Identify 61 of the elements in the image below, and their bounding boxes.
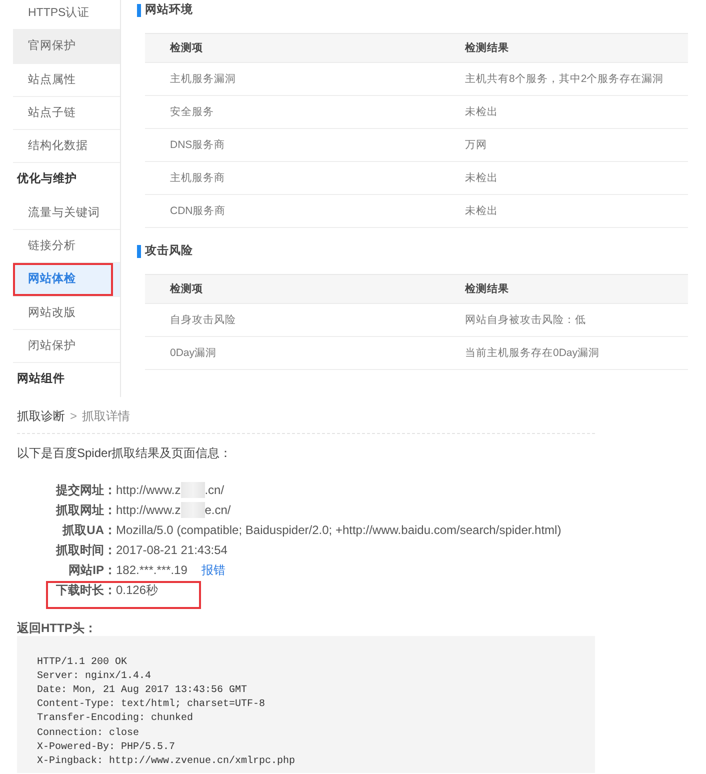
table-cell: 未检出 xyxy=(440,96,688,128)
sidebar-item[interactable]: 流量与关键词 xyxy=(13,196,120,230)
code-line: X-Pingback: http://www.zvenue.cn/xmlrpc.php xyxy=(37,754,296,769)
table-cell: 主机服务漏洞 xyxy=(145,62,440,96)
field-value: e.cn/ xyxy=(204,502,231,519)
column-header: 检测结果 xyxy=(440,274,688,304)
code-line: Transfer-Encoding: chunked xyxy=(37,712,194,726)
table-cell: 安全服务 xyxy=(145,96,440,128)
field-value: .cn/ xyxy=(204,482,224,499)
table-cell: 自身攻击风险 xyxy=(145,304,440,336)
sidebar-item[interactable]: 站点属性 xyxy=(13,64,120,97)
field-label: 下载时长： xyxy=(55,582,116,599)
breadcrumb-separator: > xyxy=(70,408,78,423)
table-cell: 主机服务商 xyxy=(145,162,440,194)
intro-text: 以下是百度Spider抓取结果及页面信息： xyxy=(17,444,233,462)
section-title: 攻击风险 xyxy=(145,243,193,259)
sidebar-item[interactable]: 网站改版 xyxy=(13,296,120,330)
field-value: 182.***.***.19 xyxy=(116,562,188,579)
field-label: 抓取UA： xyxy=(61,522,116,539)
breadcrumb-current: 抓取详情 xyxy=(82,408,130,423)
table-cell: 未检出 xyxy=(440,162,688,194)
table-cell: 当前主机服务存在0Day漏洞 xyxy=(440,336,688,370)
sidebar-heading: 优化与维护 xyxy=(16,171,78,188)
column-header: 检测项 xyxy=(145,34,440,62)
code-line: Content-Type: text/html; charset=UTF-8 xyxy=(37,698,266,712)
field-label: 提交网址： xyxy=(54,482,116,499)
field-value: http://www.z xyxy=(116,482,181,499)
table-cell: 网站自身被攻击风险：低 xyxy=(440,304,688,336)
breadcrumb-link[interactable]: 抓取诊断 xyxy=(17,408,65,423)
section-label: 返回HTTP头： xyxy=(17,620,98,636)
sidebar-heading: 网站组件 xyxy=(16,371,66,388)
table-cell: 未检出 xyxy=(440,194,688,228)
column-header: 检测结果 xyxy=(440,34,688,62)
code-line: Date: Mon, 21 Aug 2017 13:43:56 GMT xyxy=(37,684,248,698)
error-report-link[interactable]: 报错 xyxy=(201,560,226,580)
table-cell: 0Day漏洞 xyxy=(145,336,440,370)
section-title: 网站环境 xyxy=(145,2,193,18)
accent-bar-icon xyxy=(137,4,141,16)
table-cell: CDN服务商 xyxy=(145,194,440,228)
column-header: 检测项 xyxy=(145,274,440,304)
sidebar-item[interactable]: 网站体检 xyxy=(13,263,120,297)
field-value: 2017-08-21 21:43:54 xyxy=(116,542,228,559)
field-value: http://www.z xyxy=(116,502,181,519)
accent-bar-icon xyxy=(137,244,141,258)
table-cell: 主机共有8个服务，其中2个服务存在漏洞 xyxy=(440,62,688,96)
sidebar-item[interactable]: 闭站保护 xyxy=(13,330,120,364)
code-line: Server: nginx/1.4.4 xyxy=(37,670,152,684)
sidebar-item[interactable]: 结构化数据 xyxy=(13,130,120,164)
field-label: 抓取时间： xyxy=(54,542,116,559)
code-line: X-Powered-By: PHP/5.5.7 xyxy=(37,740,176,755)
field-value: Mozilla/5.0 (compatible; Baiduspider/2.0; +http://www.baidu.com/search/spider.html) xyxy=(116,522,562,539)
table-cell: 万网 xyxy=(440,128,688,162)
code-line: Connection: close xyxy=(37,726,140,741)
sidebar-item[interactable]: 官网保护 xyxy=(13,30,120,64)
sidebar-item[interactable]: 站点子链 xyxy=(13,96,120,130)
table-cell: DNS服务商 xyxy=(145,128,440,162)
field-label: 抓取网址： xyxy=(54,502,116,519)
field-value: 0.126秒 xyxy=(116,582,158,599)
sidebar-item[interactable]: 链接分析 xyxy=(13,230,120,264)
code-line: HTTP/1.1 200 OK xyxy=(37,656,128,670)
field-label: 网站IP： xyxy=(68,562,116,579)
